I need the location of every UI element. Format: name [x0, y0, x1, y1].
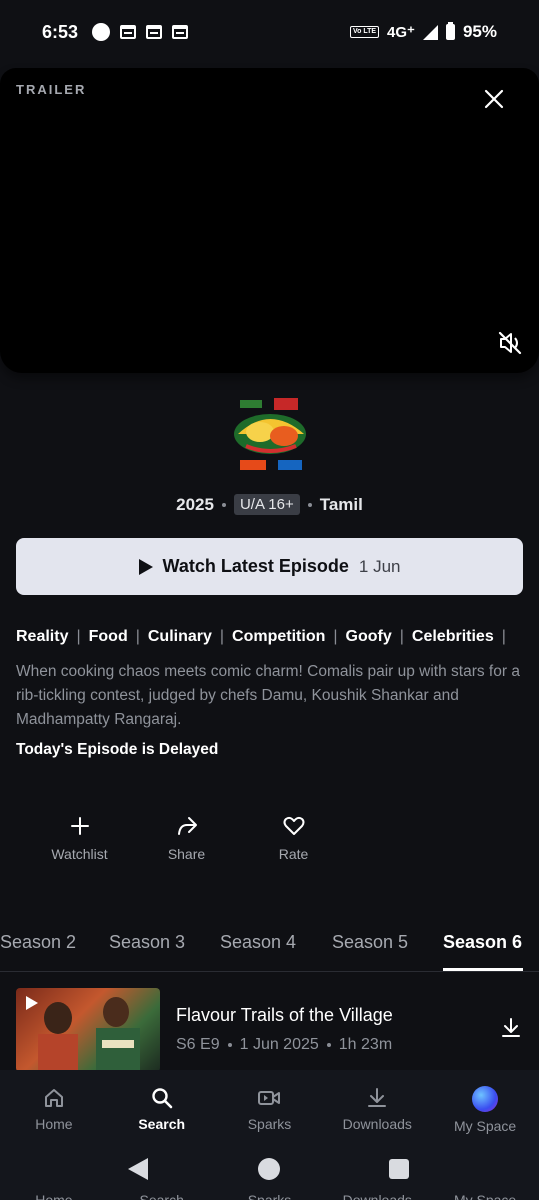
- nav-sparks-label: Sparks: [247, 1116, 292, 1132]
- status-system-icons: Vo LTE 4G⁺ 95%: [349, 22, 497, 42]
- episode-delay-note: Today's Episode is Delayed: [16, 741, 219, 758]
- tab-season-6[interactable]: Season 6: [443, 932, 522, 953]
- age-rating-badge: U/A 16+: [233, 494, 300, 515]
- watchlist-button[interactable]: Watchlist: [26, 814, 133, 862]
- nav-home-label: Home: [35, 1116, 73, 1132]
- separator-dot: [221, 502, 226, 507]
- separator-dot: [307, 502, 312, 507]
- ghost-label: Downloads: [342, 1192, 412, 1200]
- close-icon[interactable]: [483, 88, 505, 110]
- genre-separator: |: [135, 628, 140, 645]
- nav-search-label: Search: [138, 1116, 186, 1132]
- plus-icon: [70, 817, 89, 835]
- ghost-label: Home: [35, 1192, 73, 1200]
- nav-my-space-label: My Space: [453, 1118, 517, 1134]
- nav-my-space[interactable]: My Space: [431, 1070, 539, 1150]
- battery-level: 95%: [462, 22, 497, 41]
- rate-label: Rate: [278, 846, 309, 862]
- rate-button[interactable]: Rate: [240, 814, 347, 862]
- share-label: Share: [167, 846, 206, 862]
- genre-tag: Food: [88, 628, 128, 645]
- volte-icon: Vo LTE: [349, 26, 380, 38]
- volume-muted-icon[interactable]: [497, 330, 523, 356]
- ghost-label: Sparks: [247, 1192, 292, 1200]
- calendar-icon: [172, 25, 189, 39]
- show-description: When cooking chaos meets comic charm! Co…: [16, 663, 520, 728]
- recent-apps-icon[interactable]: [389, 1159, 409, 1179]
- download-icon: [368, 1088, 387, 1107]
- genre-tag: Competition: [232, 628, 326, 645]
- episode-row[interactable]: Flavour Trails of the Village S6 E9 1 Ju…: [16, 988, 523, 1072]
- separator-dot: [326, 1043, 331, 1047]
- calendar-icon: [146, 25, 163, 39]
- bottom-navigation: Home Search Sparks Downloads My Space: [0, 1070, 539, 1150]
- watchlist-label: Watchlist: [51, 846, 108, 862]
- tab-season-5[interactable]: Season 5: [332, 932, 408, 953]
- nav-labels-peek: Home Search Sparks Downloads My Space: [0, 1192, 539, 1200]
- genre-separator: |: [219, 628, 225, 645]
- episode-thumbnail[interactable]: [16, 988, 160, 1072]
- signal-icon: [422, 24, 438, 40]
- calendar-icon: [120, 25, 137, 39]
- back-icon[interactable]: [128, 1158, 148, 1180]
- heart-icon: [283, 816, 304, 835]
- genre-tag: Culinary: [147, 628, 212, 645]
- release-year: 2025: [176, 494, 214, 514]
- watch-button-label: Watch Latest Episode: [162, 556, 349, 576]
- genre-separator: |: [399, 628, 404, 645]
- episode-duration: 1h 23m: [338, 1036, 393, 1053]
- play-icon: [138, 558, 153, 575]
- separator-dot: [227, 1043, 232, 1047]
- notification-dot-icon: [92, 23, 111, 41]
- show-language: Tamil: [319, 494, 363, 514]
- nav-downloads-label: Downloads: [342, 1116, 412, 1132]
- show-logo: [234, 398, 306, 470]
- download-icon[interactable]: [499, 1016, 523, 1040]
- status-notification-icons: [92, 23, 189, 41]
- tab-season-2[interactable]: Season 2: [0, 932, 76, 953]
- play-icon: [26, 996, 38, 1010]
- tab-season-3[interactable]: Season 3: [109, 932, 185, 953]
- genre-tag: Celebrities: [411, 628, 494, 645]
- genre-list: Reality | Food | Culinary | Competition …: [16, 628, 539, 646]
- share-button[interactable]: Share: [133, 814, 240, 862]
- episode-title: Flavour Trails of the Village: [176, 1005, 393, 1025]
- nav-home[interactable]: Home: [0, 1070, 108, 1150]
- home-icon: [44, 1089, 63, 1107]
- action-row: Watchlist Share Rate: [26, 814, 347, 862]
- ghost-label: Search: [139, 1192, 184, 1200]
- watch-latest-episode-button[interactable]: Watch Latest Episode 1 Jun: [16, 538, 523, 595]
- episode-meta: S6 E9 1 Jun 2025 1h 23m: [176, 1036, 392, 1054]
- network-type: 4G⁺: [387, 24, 415, 41]
- genre-separator: |: [76, 628, 81, 645]
- status-bar: 6:53 Vo LTE 4G⁺ 95%: [0, 0, 539, 64]
- ghost-label: My Space: [453, 1192, 517, 1200]
- battery-icon: [445, 22, 455, 40]
- genre-tag: Reality: [16, 628, 69, 645]
- nav-downloads[interactable]: Downloads: [323, 1070, 431, 1150]
- watch-button-date: 1 Jun: [358, 556, 401, 576]
- tab-season-4[interactable]: Season 4: [220, 932, 296, 953]
- nav-search[interactable]: Search: [108, 1070, 216, 1150]
- genre-tag: Goofy: [345, 628, 392, 645]
- avatar-icon: [472, 1086, 499, 1112]
- video-icon: [258, 1091, 281, 1105]
- show-meta: 2025 U/A 16+ Tamil: [0, 494, 539, 515]
- share-icon: [177, 817, 197, 835]
- episode-code: S6 E9: [176, 1036, 220, 1053]
- home-button-icon[interactable]: [258, 1158, 280, 1180]
- genre-separator: |: [333, 628, 338, 645]
- trailer-player[interactable]: TRAILER: [0, 68, 539, 373]
- trailer-label: TRAILER: [16, 82, 87, 97]
- genre-separator: |: [501, 628, 506, 645]
- episode-date: 1 Jun 2025: [239, 1036, 319, 1053]
- season-tabs: Season 2 Season 3 Season 4 Season 5 Seas…: [0, 926, 539, 972]
- system-navigation-bar: Home Search Sparks Downloads My Space: [0, 1150, 539, 1200]
- search-icon: [151, 1088, 172, 1109]
- nav-sparks[interactable]: Sparks: [216, 1070, 324, 1150]
- status-time: 6:53: [42, 21, 79, 42]
- active-tab-indicator: [443, 968, 523, 971]
